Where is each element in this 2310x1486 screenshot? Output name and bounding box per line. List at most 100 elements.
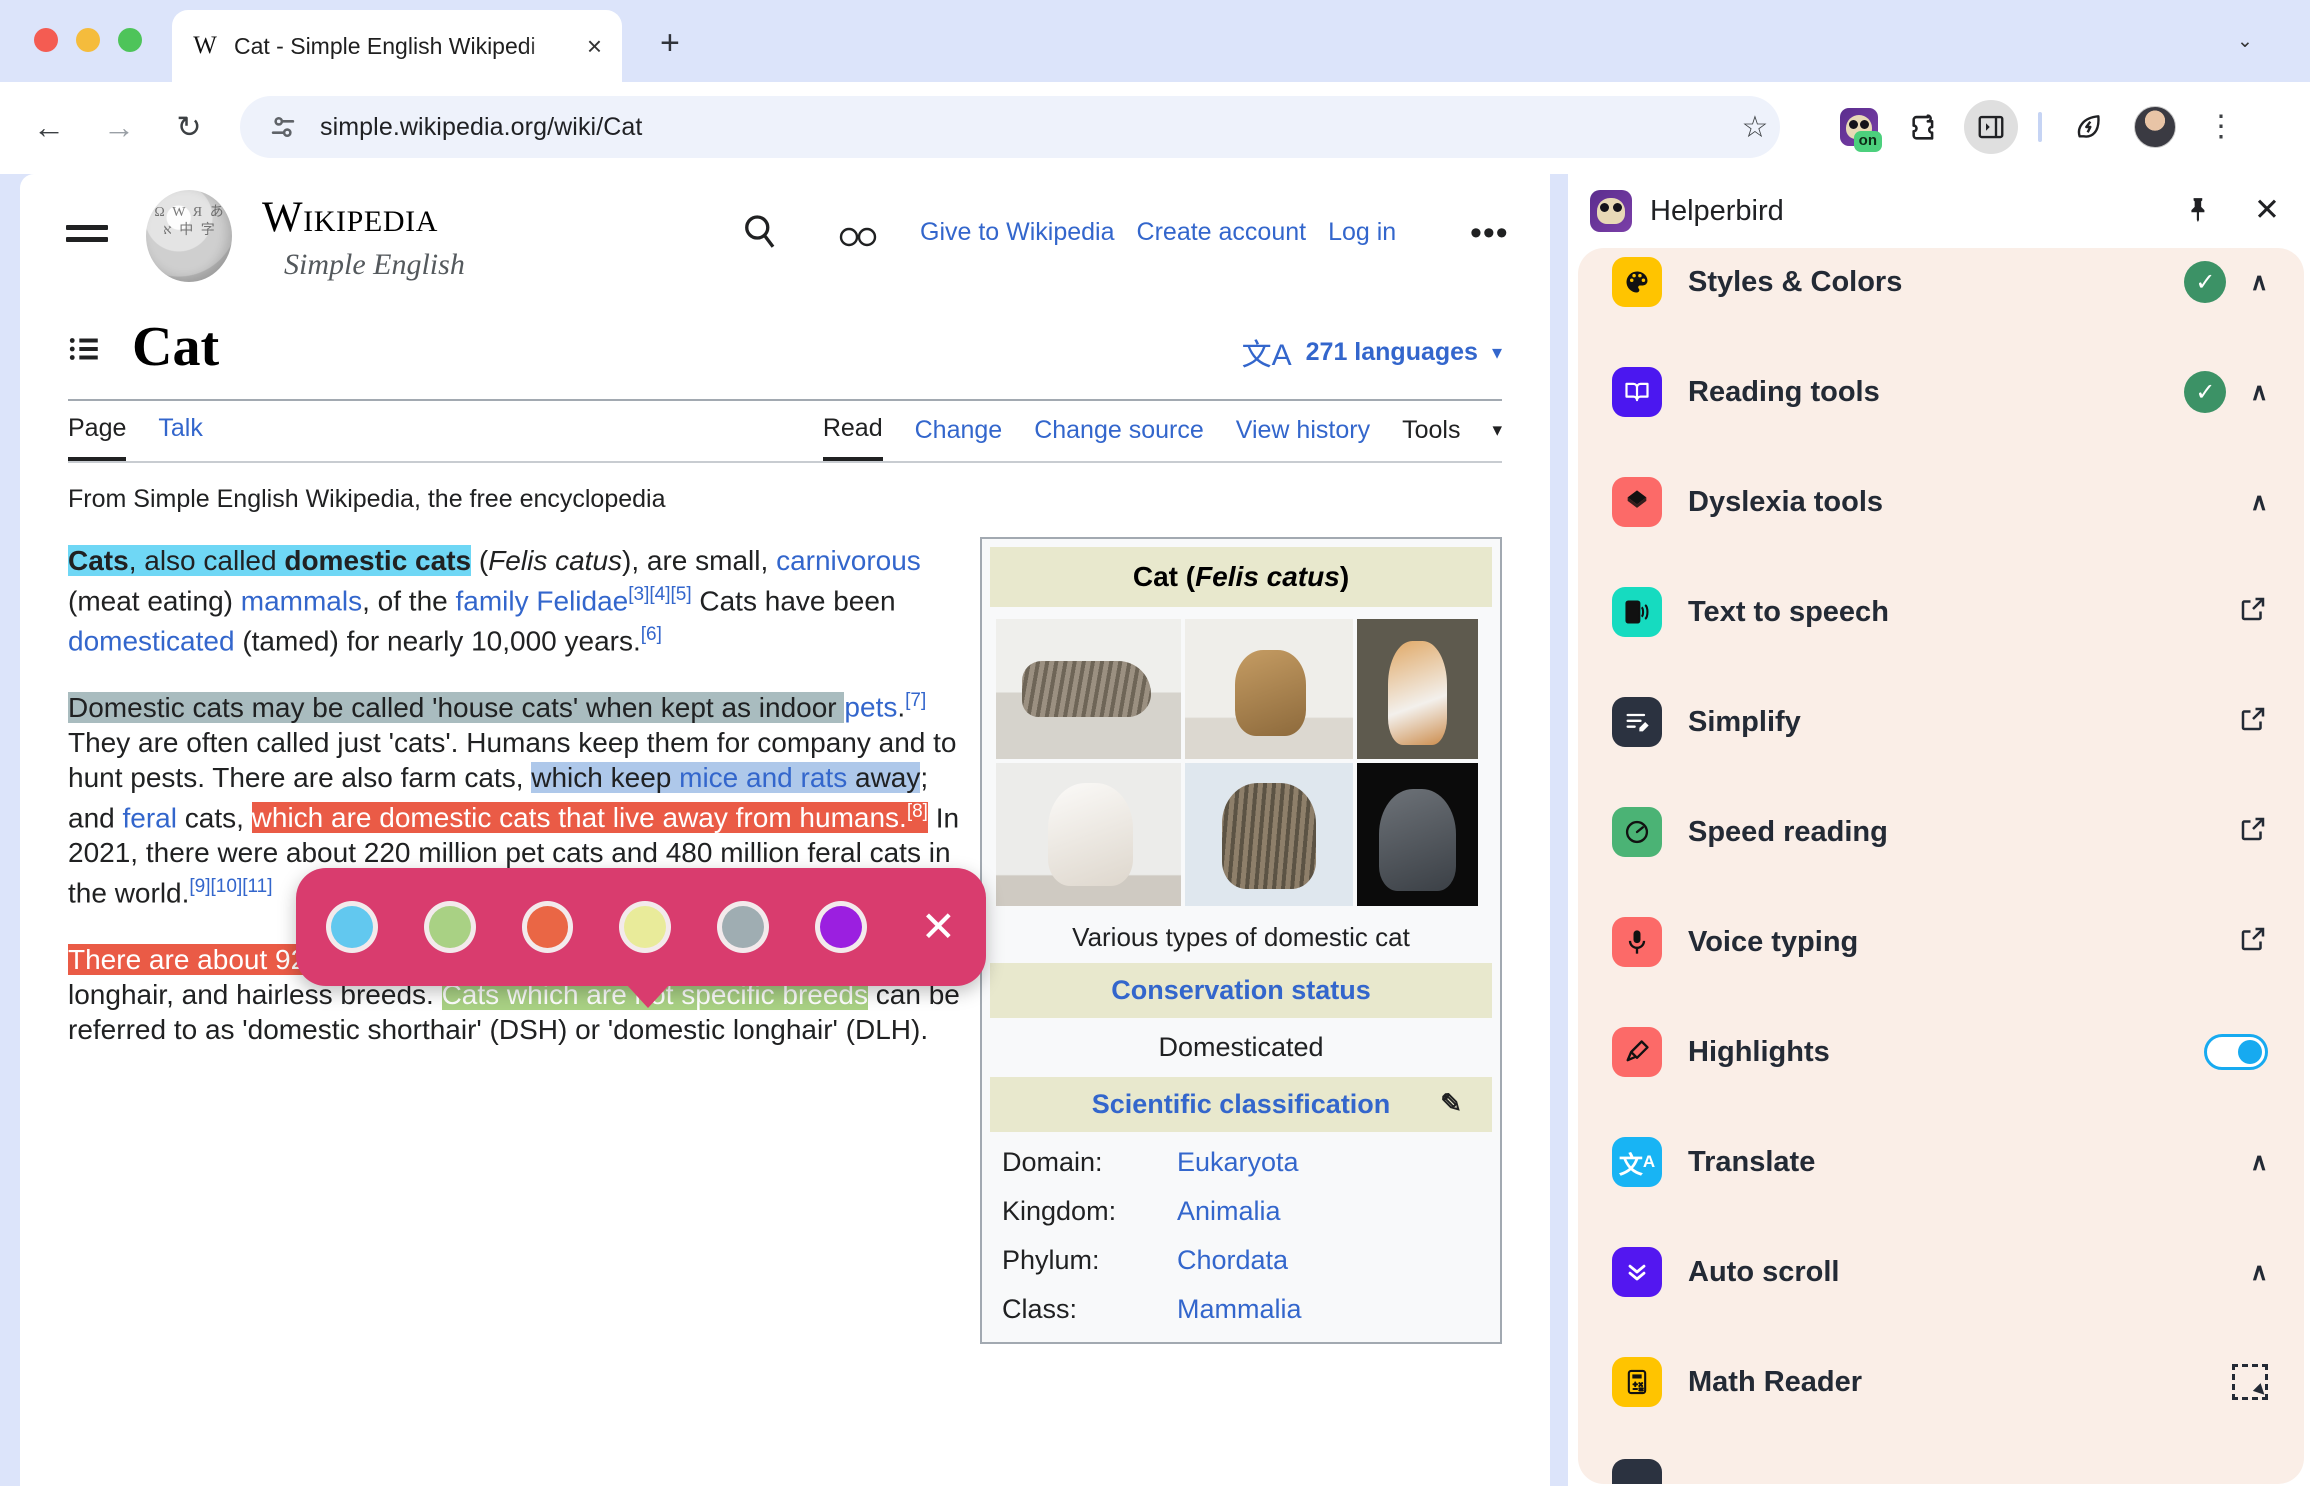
feature-translate[interactable]: 文A Translate ∧ — [1578, 1124, 2304, 1200]
forward-button[interactable]: → — [90, 98, 148, 156]
highlight-cyan[interactable]: Cats, also called domestic cats — [68, 545, 471, 576]
highlight-swatch-cyan[interactable] — [326, 901, 378, 953]
link-family-felidae[interactable]: family Felidae — [456, 585, 629, 616]
link-domesticated[interactable]: domesticated — [68, 625, 235, 656]
select-region-icon[interactable] — [2232, 1364, 2268, 1400]
link-mice-and-rats[interactable]: mice and rats — [679, 762, 847, 793]
tab-change-source[interactable]: Change source — [1034, 416, 1204, 459]
taxon-value-link[interactable]: Eukaryota — [1177, 1147, 1299, 1178]
feature-simplify[interactable]: Simplify — [1578, 684, 2304, 760]
close-tab-icon[interactable]: × — [587, 33, 602, 59]
link-feral[interactable]: feral — [123, 802, 177, 833]
reload-button[interactable]: ↻ — [160, 98, 218, 156]
table-of-contents-icon[interactable] — [68, 332, 102, 371]
feature-auto-scroll[interactable]: Auto scroll ∧ — [1578, 1234, 2304, 1310]
feature-styles-and-colors[interactable]: Styles & Colors ✓ ∧ — [1578, 248, 2304, 320]
personal-tools-more-icon[interactable]: ••• — [1470, 214, 1509, 253]
search-icon[interactable] — [738, 210, 780, 262]
enabled-check-icon[interactable]: ✓ — [2184, 371, 2226, 413]
feature-voice-typing[interactable]: Voice typing — [1578, 904, 2304, 980]
close-icon[interactable]: ✕ — [2254, 192, 2280, 228]
ref-6[interactable]: [6] — [641, 624, 662, 645]
chevron-up-icon[interactable]: ∧ — [2250, 1258, 2268, 1287]
give-to-wikipedia-link[interactable]: Give to Wikipedia — [920, 218, 1115, 247]
link-carnivorous[interactable]: carnivorous — [776, 545, 921, 576]
cat-photo-siamese — [996, 763, 1181, 906]
address-bar[interactable]: simple.wikipedia.org/wiki/Cat — [240, 96, 1780, 158]
minimize-window-button[interactable] — [76, 28, 100, 52]
link-pets[interactable]: pets — [844, 692, 897, 723]
taxon-value-link[interactable]: Chordata — [1177, 1245, 1288, 1276]
enabled-check-icon[interactable]: ✓ — [2184, 261, 2226, 303]
tab-read[interactable]: Read — [823, 414, 883, 461]
back-button[interactable]: ← — [20, 98, 78, 156]
refs-3-4-5[interactable]: [3][4][5] — [628, 584, 691, 605]
tab-talk[interactable]: Talk — [158, 414, 202, 461]
scientific-classification-heading[interactable]: Scientific classification✎ — [990, 1077, 1492, 1132]
ref-8[interactable]: [8] — [907, 801, 928, 822]
feature-partial-next[interactable] — [1578, 1454, 2304, 1484]
wikipedia-globe-logo[interactable] — [146, 190, 232, 282]
chrome-menu-button[interactable]: ⋮ — [2192, 98, 2250, 156]
edit-pencil-icon[interactable]: ✎ — [1440, 1088, 1462, 1119]
pin-icon[interactable] — [2186, 194, 2212, 232]
feature-label: Simplify — [1688, 706, 2238, 739]
highlight-swatch-green[interactable] — [424, 901, 476, 953]
highlight-blue[interactable]: which keep mice and rats away — [531, 762, 920, 793]
bookmark-star-icon[interactable]: ☆ — [1730, 102, 1780, 152]
tab-list-chevron-down-icon[interactable]: ⌄ — [2218, 20, 2272, 62]
open-external-icon[interactable] — [2238, 814, 2268, 851]
highlights-toggle[interactable] — [2204, 1034, 2268, 1070]
chevron-up-icon[interactable]: ∧ — [2250, 268, 2268, 297]
highlight-swatch-purple[interactable] — [815, 901, 867, 953]
site-settings-icon[interactable] — [266, 110, 300, 144]
highlight-swatch-yellow[interactable] — [619, 901, 671, 953]
extensions-puzzle-button[interactable] — [1896, 98, 1954, 156]
feature-highlights[interactable]: Highlights — [1578, 1014, 2304, 1090]
wikipedia-wordmark[interactable]: Wikipedia Simple English — [262, 196, 465, 282]
chevron-up-icon[interactable]: ∧ — [2250, 378, 2268, 407]
cat-photo-grey-dark — [1357, 763, 1478, 906]
highlight-swatch-orange[interactable] — [522, 901, 574, 953]
performance-leaf-icon[interactable] — [2060, 98, 2118, 156]
new-tab-button[interactable]: + — [660, 26, 680, 60]
log-in-link[interactable]: Log in — [1328, 218, 1396, 247]
chevron-up-icon[interactable]: ∧ — [2250, 1148, 2268, 1177]
chevron-up-icon[interactable]: ∧ — [2250, 488, 2268, 517]
maximize-window-button[interactable] — [118, 28, 142, 52]
highlight-gray[interactable]: Domestic cats may be called 'house cats'… — [68, 692, 844, 723]
profile-avatar[interactable] — [2126, 98, 2184, 156]
tab-view-history[interactable]: View history — [1236, 416, 1370, 459]
tab-change[interactable]: Change — [915, 416, 1003, 459]
create-account-link[interactable]: Create account — [1137, 218, 1307, 247]
link-mammals[interactable]: mammals — [241, 585, 362, 616]
close-window-button[interactable] — [34, 28, 58, 52]
refs-9-10-11[interactable]: [9][10][11] — [189, 876, 272, 897]
feature-dyslexia-tools[interactable]: Dyslexia tools ∧ — [1578, 464, 2304, 540]
browser-tab[interactable]: W Cat - Simple English Wikipedi × — [172, 10, 622, 82]
ref-7[interactable]: [7] — [905, 690, 926, 711]
language-selector-button[interactable]: 文A 271 languages ▾ — [1242, 330, 1502, 374]
open-external-icon[interactable] — [2238, 704, 2268, 741]
feature-speed-reading[interactable]: Speed reading — [1578, 794, 2304, 870]
helperbird-extension-button[interactable]: on — [1830, 98, 1888, 156]
helperbird-feature-list[interactable]: Styles & Colors ✓ ∧ Reading tools ✓ ∧ — [1578, 248, 2304, 1484]
calculator-icon — [1612, 1357, 1662, 1407]
taxon-value-link[interactable]: Mammalia — [1177, 1294, 1302, 1325]
feature-reading-tools[interactable]: Reading tools ✓ ∧ — [1578, 354, 2304, 430]
main-menu-hamburger-icon[interactable] — [66, 218, 108, 249]
open-external-icon[interactable] — [2238, 924, 2268, 961]
appearance-glasses-icon[interactable] — [838, 220, 878, 259]
tab-page[interactable]: Page — [68, 414, 126, 461]
conservation-status-heading[interactable]: Conservation status — [990, 963, 1492, 1018]
chevron-down-icon[interactable]: ▾ — [1492, 419, 1502, 442]
open-external-icon[interactable] — [2238, 594, 2268, 631]
feature-text-to-speech[interactable]: Text to speech — [1578, 574, 2304, 650]
highlight-swatch-gray[interactable] — [717, 901, 769, 953]
taxon-value-link[interactable]: Animalia — [1177, 1196, 1281, 1227]
highlight-red-1[interactable]: which are domestic cats that live away f… — [252, 802, 928, 833]
feature-math-reader[interactable]: Math Reader — [1578, 1344, 2304, 1420]
close-icon[interactable]: ✕ — [921, 906, 956, 948]
tab-tools[interactable]: Tools — [1402, 416, 1460, 459]
side-panel-button[interactable] — [1962, 98, 2020, 156]
